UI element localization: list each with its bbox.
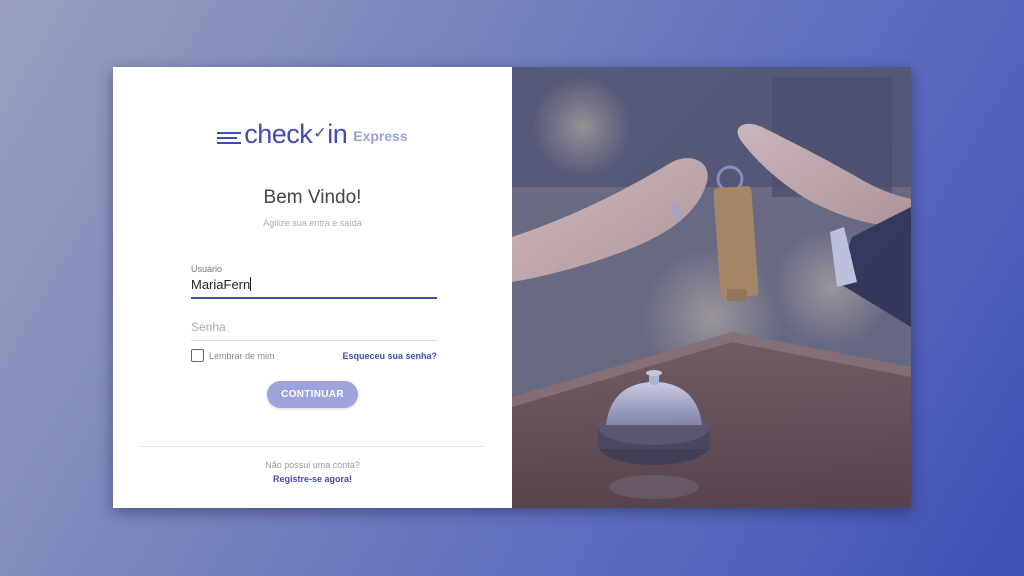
continue-button[interactable]: CONTINUAR bbox=[267, 381, 358, 408]
username-field[interactable]: Usuário MariaFern bbox=[191, 264, 437, 299]
forgot-password-link[interactable]: Esqueceu sua senha? bbox=[342, 351, 437, 361]
password-field[interactable]: Senha bbox=[191, 315, 437, 341]
brand-logo: check ✓ in Express bbox=[113, 119, 512, 149]
register-link[interactable]: Registre-se agora! bbox=[113, 474, 512, 484]
username-value: MariaFern bbox=[191, 277, 251, 292]
password-placeholder: Senha bbox=[191, 320, 226, 334]
logo-subtitle: Express bbox=[353, 128, 408, 144]
welcome-tagline: Agilize sua entra e saída bbox=[263, 218, 362, 228]
logo-checkmark-icon: ✓ bbox=[313, 125, 327, 142]
login-panel: check ✓ in Express Bem Vindo! Agilize su… bbox=[113, 67, 512, 508]
remember-me[interactable]: Lembrar de mim bbox=[191, 349, 275, 362]
divider bbox=[141, 446, 484, 447]
logo-speed-lines-icon bbox=[217, 132, 242, 144]
username-label: Usuário bbox=[191, 264, 223, 274]
remember-label: Lembrar de mim bbox=[209, 350, 275, 361]
username-input[interactable]: MariaFern bbox=[191, 277, 437, 292]
logo-text-in: in bbox=[327, 119, 348, 149]
login-card: check ✓ in Express Bem Vindo! Agilize su… bbox=[113, 67, 911, 508]
text-cursor bbox=[250, 277, 252, 291]
remember-checkbox[interactable] bbox=[191, 349, 204, 362]
photo-tint-overlay bbox=[512, 67, 911, 508]
welcome-title: Bem Vindo! bbox=[263, 187, 362, 208]
no-account-text: Não possui uma conta? bbox=[265, 460, 360, 470]
hero-photo bbox=[512, 67, 911, 508]
logo-text-check: check bbox=[244, 119, 313, 149]
